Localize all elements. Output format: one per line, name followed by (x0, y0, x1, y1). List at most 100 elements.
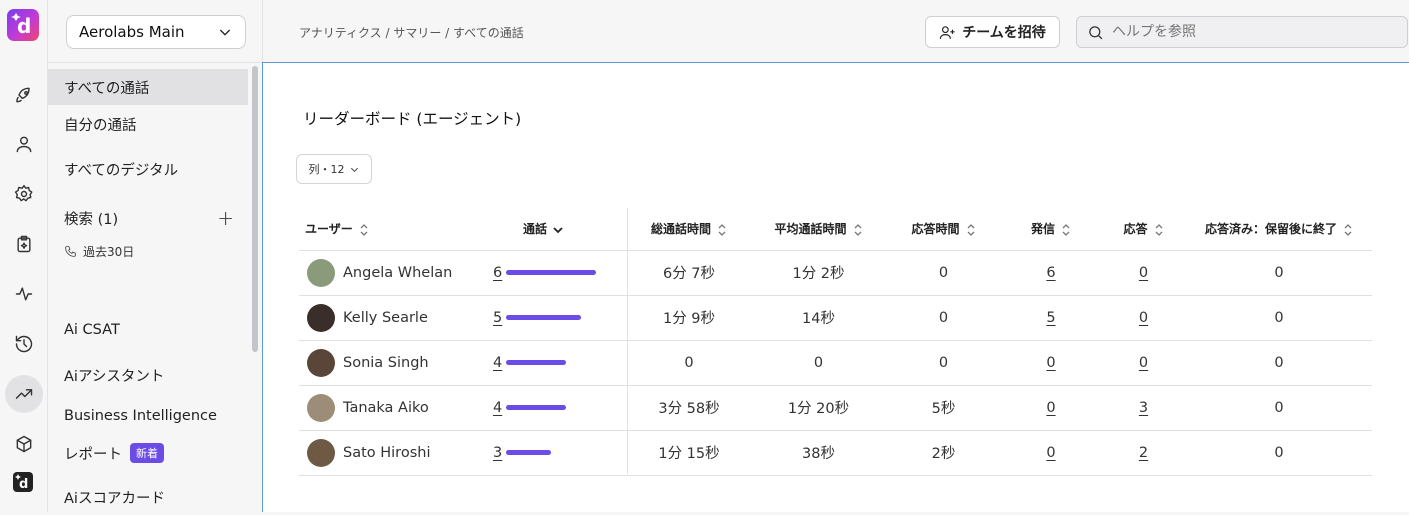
outbound-link[interactable]: 0 (1046, 355, 1055, 371)
workspace-selector[interactable]: Aerolabs Main (66, 15, 246, 49)
col-header-label: 発信 (1030, 222, 1055, 237)
answered-cell: 0 (1101, 250, 1186, 296)
sort-icon (967, 223, 974, 236)
chevron-down-icon (219, 29, 231, 36)
sidebar-item-label: すべてのデジタル (64, 162, 179, 179)
col-header-label: ユーザー (305, 222, 353, 237)
outbound-cell: 5 (1001, 295, 1101, 341)
col-header-user[interactable]: ユーザー (299, 208, 479, 251)
avatar (307, 393, 335, 422)
calls-cell: 3 (479, 430, 627, 476)
calls-count-link[interactable]: 4 (493, 355, 502, 371)
sidebar-item-label: Ai CSAT (64, 322, 120, 338)
outbound-link[interactable]: 0 (1046, 445, 1055, 461)
search-icon (1089, 25, 1103, 39)
col-header-label: 平均通話時間 (774, 222, 847, 237)
avg-duration-cell: 38秒 (751, 430, 886, 476)
leaderboard-table: ユーザー 通話 総通話時間 平均通話時間 応答時間 発信 応答 応答済み：保留後… (299, 208, 1372, 476)
sidebar: Aerolabs Main すべての通話 自分の通話 すべてのデジタル 検索 (… (48, 0, 263, 512)
outbound-cell: 0 (1001, 340, 1101, 386)
trending-up-icon[interactable] (5, 375, 43, 413)
table-row[interactable]: Kelly Searle 5 1分 9秒 14秒 0 5 0 0 (299, 295, 1372, 341)
new-badge: 新着 (130, 443, 164, 463)
col-header-calls[interactable]: 通話 (479, 208, 627, 251)
cube-icon[interactable] (10, 430, 38, 458)
answered-link[interactable]: 0 (1139, 355, 1148, 371)
invite-team-button[interactable]: チームを招待 (925, 16, 1060, 48)
chevron-down-icon (350, 167, 358, 172)
clipboard-sparkle-icon[interactable] (10, 230, 38, 258)
sidebar-item-business-intelligence[interactable]: Business Intelligence (48, 398, 248, 434)
answered-link[interactable]: 2 (1139, 445, 1148, 461)
columns-button[interactable]: 列・12 (296, 154, 372, 184)
total-duration-cell: 1分 15秒 (627, 430, 751, 476)
icon-rail: d d (0, 0, 48, 512)
hold-ended-cell: 0 (1186, 340, 1372, 386)
calls-bar (506, 270, 597, 275)
table-row[interactable]: Sonia Singh 4 0 0 0 0 0 0 (299, 340, 1372, 386)
user-cell[interactable]: Angela Whelan (299, 250, 479, 296)
sidebar-item-ai-scorecard[interactable]: Aiスコアカード (48, 479, 248, 515)
add-search-icon[interactable]: + (217, 206, 234, 230)
breadcrumb[interactable]: アナリティクス / サマリー / すべての通話 (299, 24, 524, 41)
app-logo-icon[interactable]: d (7, 9, 39, 41)
table-header-row: ユーザー 通話 総通話時間 平均通話時間 応答時間 発信 応答 応答済み：保留後… (299, 208, 1372, 251)
calls-bar (506, 450, 552, 455)
sidebar-item-all-digital[interactable]: すべてのデジタル (48, 151, 248, 187)
answered-link[interactable]: 0 (1139, 310, 1148, 326)
calls-count-link[interactable]: 6 (493, 265, 502, 281)
user-cell[interactable]: Sato Hiroshi (299, 430, 479, 476)
user-name: Kelly Searle (343, 309, 428, 326)
answered-cell: 3 (1101, 385, 1186, 431)
col-header-label: 応答時間 (911, 222, 960, 237)
col-header-hold-ended[interactable]: 応答済み：保留後に終了 (1186, 208, 1372, 251)
calls-cell: 4 (479, 385, 627, 431)
sidebar-item-ai-assistant[interactable]: Aiアシスタント (48, 357, 248, 393)
sidebar-item-all-calls[interactable]: すべての通話 (48, 69, 248, 105)
search-section-label: 検索 (1) (64, 211, 119, 228)
help-search[interactable] (1076, 16, 1408, 48)
help-search-input[interactable] (1112, 24, 1392, 40)
calls-count-link[interactable]: 4 (493, 400, 502, 416)
answered-link[interactable]: 3 (1139, 400, 1148, 416)
calls-count-link[interactable]: 3 (493, 445, 502, 461)
sidebar-item-my-calls[interactable]: 自分の通話 (48, 106, 248, 142)
sidebar-item-reports[interactable]: レポート 新着 (48, 435, 248, 471)
col-header-label: 総通話時間 (650, 222, 711, 237)
outbound-link[interactable]: 6 (1046, 265, 1055, 281)
user-name: Sonia Singh (343, 354, 429, 371)
response-time-cell: 0 (886, 340, 1001, 386)
table-row[interactable]: Angela Whelan 6 6分 7秒 1分 2秒 0 6 0 0 (299, 250, 1372, 296)
table-row[interactable]: Sato Hiroshi 3 1分 15秒 38秒 2秒 0 2 0 (299, 430, 1372, 476)
settings-gear-icon[interactable] (10, 180, 38, 208)
col-header-answered[interactable]: 応答 (1101, 208, 1186, 251)
user-cell[interactable]: Kelly Searle (299, 295, 479, 341)
activity-icon[interactable] (10, 280, 38, 308)
app-mini-logo-icon[interactable]: d (13, 472, 33, 492)
sidebar-scrollbar[interactable] (252, 66, 258, 352)
col-header-label: 応答済み：保留後に終了 (1204, 222, 1337, 237)
rocket-icon[interactable] (10, 81, 38, 109)
avatar (307, 258, 335, 287)
user-cell[interactable]: Sonia Singh (299, 340, 479, 386)
col-header-outbound[interactable]: 発信 (1001, 208, 1101, 251)
user-plus-icon (940, 25, 955, 39)
outbound-link[interactable]: 5 (1046, 310, 1055, 326)
response-time-cell: 5秒 (886, 385, 1001, 431)
user-icon[interactable] (10, 130, 38, 158)
col-header-response-time[interactable]: 応答時間 (886, 208, 1001, 251)
table-row[interactable]: Tanaka Aiko 4 3分 58秒 1分 20秒 5秒 0 3 0 (299, 385, 1372, 431)
history-icon[interactable] (10, 330, 38, 358)
col-header-avg-duration[interactable]: 平均通話時間 (751, 208, 886, 251)
outbound-link[interactable]: 0 (1046, 400, 1055, 416)
saved-search-item[interactable]: 過去30日 (64, 243, 134, 260)
calls-count-link[interactable]: 5 (493, 310, 502, 326)
sidebar-search-section[interactable]: 検索 (1) + (48, 200, 248, 236)
col-header-total-duration[interactable]: 総通話時間 (627, 208, 751, 251)
user-cell[interactable]: Tanaka Aiko (299, 385, 479, 431)
sort-icon (1155, 223, 1162, 236)
sort-icon (718, 223, 726, 236)
sidebar-item-ai-csat[interactable]: Ai CSAT (48, 312, 248, 348)
hold-ended-cell: 0 (1186, 430, 1372, 476)
answered-link[interactable]: 0 (1139, 265, 1148, 281)
